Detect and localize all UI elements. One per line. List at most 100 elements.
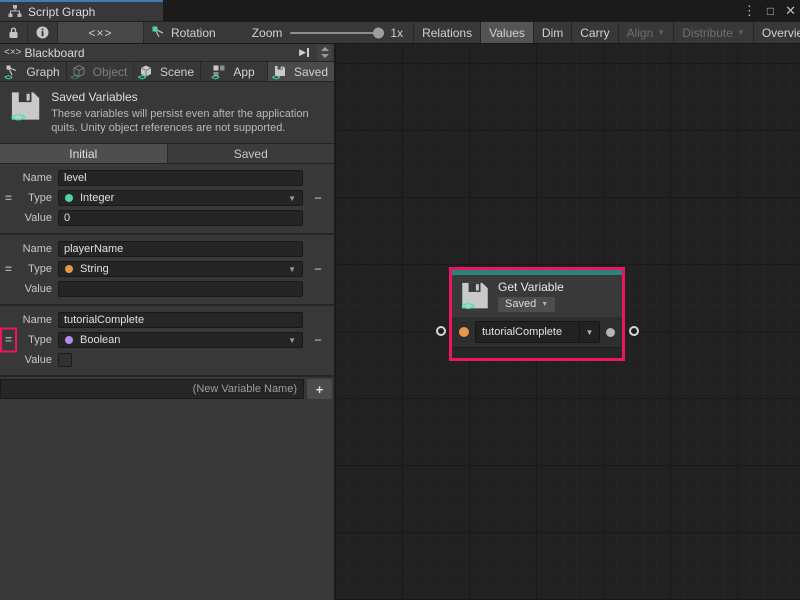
node-header[interactable]: <> Get Variable Saved ▼: [452, 275, 622, 317]
variable-kind-dropdown[interactable]: Saved ▼: [498, 297, 555, 312]
saved-variables-info: <> Saved Variables These variables will …: [0, 82, 334, 144]
variable-name-input[interactable]: [58, 312, 303, 328]
dock-button[interactable]: ▶: [296, 47, 312, 58]
name-label: Name: [0, 314, 58, 326]
dock-icon: ▶: [299, 47, 306, 58]
svg-text:<>: <>: [11, 111, 26, 124]
tab-script-graph[interactable]: Script Graph: [0, 0, 163, 21]
overview-button[interactable]: Overview: [753, 22, 800, 43]
arrow-up-icon[interactable]: [321, 47, 329, 51]
tab-graph[interactable]: <> Graph: [0, 62, 67, 81]
type-color-dot: [65, 194, 73, 202]
new-variable-row: +: [0, 379, 334, 399]
type-color-dot: [65, 265, 73, 273]
variable-type-dropdown[interactable]: Integer ▼: [58, 190, 303, 206]
maximize-icon[interactable]: □: [767, 5, 774, 17]
scene-variables-icon: <>: [140, 65, 155, 79]
variable-name-input[interactable]: [58, 170, 303, 186]
graph-variables-icon: <>: [6, 65, 21, 79]
remove-variable-button[interactable]: −: [308, 262, 328, 277]
caret-down-icon[interactable]: ▼: [580, 321, 600, 343]
svg-text:<>: <>: [461, 299, 475, 312]
drag-handle-icon[interactable]: =: [5, 263, 12, 275]
relations-button[interactable]: Relations: [413, 22, 480, 43]
drag-handle-icon[interactable]: =: [5, 192, 12, 204]
lock-icon: [8, 27, 19, 39]
align-button: Align ▼: [618, 22, 674, 43]
blackboard-icon: <×>: [4, 47, 22, 58]
blackboard-panel: <×> Blackboard ▶ <> Graph <> Object: [0, 44, 335, 600]
subtab-saved[interactable]: Saved: [168, 144, 335, 163]
variable-type-dropdown[interactable]: Boolean ▼: [58, 332, 303, 348]
distribute-button: Distribute ▼: [673, 22, 753, 43]
node-footer: [452, 347, 622, 358]
carry-button[interactable]: Carry: [571, 22, 617, 43]
node-title: Get Variable: [498, 280, 564, 294]
caret-down-icon: ▼: [541, 301, 548, 308]
graph-toolbar: <×> Rotation Zoom 1x Relations Values Di…: [0, 21, 800, 44]
app-variables-icon: <>: [213, 65, 228, 79]
new-variable-input[interactable]: [0, 379, 304, 399]
values-button[interactable]: Values: [480, 22, 533, 43]
scroll-spinner[interactable]: [317, 45, 332, 61]
variable-value-input[interactable]: [58, 281, 303, 297]
variable-type-dropdown[interactable]: String ▼: [58, 261, 303, 277]
rotation-label: Rotation: [171, 26, 216, 40]
rotation-button[interactable]: Rotation: [144, 22, 224, 43]
blackboard-header: <×> Blackboard ▶: [0, 44, 334, 62]
info-title: Saved Variables: [51, 90, 326, 104]
name-input-port[interactable]: [459, 327, 469, 337]
info-icon: [36, 26, 49, 39]
left-connection-port[interactable]: [436, 326, 446, 336]
zoom-level: 1x: [390, 26, 403, 40]
get-variable-node[interactable]: <> Get Variable Saved ▼ tutorialComplete…: [449, 267, 625, 361]
tab-scene[interactable]: <> Scene: [134, 62, 201, 81]
kebab-menu-icon[interactable]: ⋮: [743, 4, 756, 17]
variable-value-input[interactable]: [58, 210, 303, 226]
subtab-initial[interactable]: Initial: [0, 144, 168, 163]
variable-group-tutorialComplete: Name = Type Boolean ▼ − Value: [0, 306, 334, 377]
remove-variable-button[interactable]: −: [308, 333, 328, 348]
code-view-toggle[interactable]: <×>: [58, 22, 144, 43]
zoom-slider[interactable]: [290, 32, 382, 34]
add-variable-button[interactable]: +: [307, 379, 332, 399]
saved-variables-icon: <>: [274, 65, 289, 79]
caret-down-icon: ▼: [288, 265, 296, 274]
script-graph-icon: [8, 5, 22, 18]
close-icon[interactable]: ✕: [785, 4, 796, 17]
code-icon: <×>: [88, 26, 112, 40]
drag-handle-icon[interactable]: =: [5, 333, 12, 347]
variable-select-dropdown[interactable]: tutorialComplete ▼: [475, 321, 600, 343]
arrow-down-icon[interactable]: [321, 54, 329, 58]
remove-variable-button[interactable]: −: [308, 191, 328, 206]
window-tab-bar: Script Graph ⋮ □ ✕: [0, 0, 800, 21]
variable-group-playerName: Name = Type String ▼ − Value: [0, 235, 334, 306]
blackboard-title: Blackboard: [25, 46, 294, 60]
name-label: Name: [0, 172, 58, 184]
zoom-control: Zoom 1x: [242, 22, 413, 43]
tab-app[interactable]: <> App: [201, 62, 268, 81]
info-button[interactable]: [28, 22, 58, 43]
tutorial-highlight-box: =: [0, 328, 17, 353]
zoom-label: Zoom: [252, 26, 283, 40]
window-title: Script Graph: [28, 5, 95, 19]
caret-down-icon: ▼: [288, 336, 296, 345]
value-output-port[interactable]: [606, 328, 615, 337]
dim-button[interactable]: Dim: [533, 22, 571, 43]
object-variables-icon: <>: [73, 65, 88, 79]
graph-canvas[interactable]: <> Get Variable Saved ▼ tutorialComplete…: [335, 44, 800, 600]
variable-value-checkbox[interactable]: [58, 353, 72, 367]
tab-saved[interactable]: <> Saved: [268, 62, 334, 81]
lock-button[interactable]: [0, 22, 28, 43]
variable-name-input[interactable]: [58, 241, 303, 257]
variable-scope-tabs: <> Graph <> Object <> Scene <> App: [0, 62, 334, 82]
caret-down-icon: ▼: [288, 194, 296, 203]
floppy-disk-icon: <>: [460, 281, 490, 312]
type-color-dot: [65, 336, 73, 344]
saved-mode-tabs: Initial Saved: [0, 144, 334, 164]
rotation-icon: [152, 26, 165, 39]
caret-down-icon: ▼: [657, 28, 665, 37]
right-connection-port[interactable]: [629, 326, 639, 336]
zoom-slider-handle[interactable]: [373, 27, 384, 38]
variable-group-level: Name = Type Integer ▼ − Value: [0, 164, 334, 235]
